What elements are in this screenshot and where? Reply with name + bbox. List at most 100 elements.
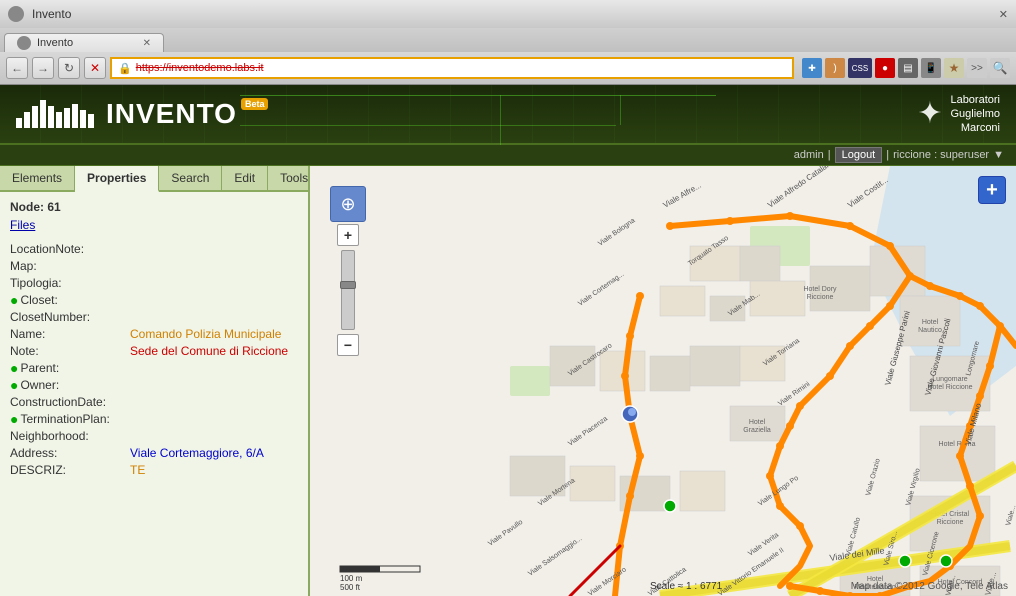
zoom-in-button[interactable]: + (337, 224, 359, 246)
terminationplan-dot: ● (10, 412, 18, 426)
tab-tools[interactable]: Tools (268, 166, 310, 190)
prop-closet-label: Closet: (20, 293, 140, 307)
prop-tipologia-label: Tipologia: (10, 276, 130, 290)
logo-text: INVENTO (106, 98, 237, 130)
map-attribution: Map data ©2012 Google, Tele Atlas (851, 581, 1008, 592)
tab-strip: Elements Properties Search Edit Tools (0, 166, 308, 192)
attribution-text: Map data ©2012 Google, Tele Atlas (851, 581, 1008, 592)
logo-bar-6 (56, 112, 62, 128)
prop-owner: ● Owner: (10, 378, 298, 392)
prop-parent-label: Parent: (20, 361, 140, 375)
owner-dot: ● (10, 378, 18, 392)
tab-edit[interactable]: Edit (222, 166, 268, 190)
prop-parent: ● Parent: (10, 361, 298, 375)
lgm-logo: Laboratori Guglielmo Marconi (950, 93, 1000, 136)
user-info: riccione : superuser (893, 149, 989, 161)
reload-button[interactable]: ↻ (58, 57, 80, 79)
forward-button[interactable]: → (32, 57, 54, 79)
files-link[interactable]: Files (10, 218, 298, 232)
tab-elements[interactable]: Elements (0, 166, 75, 190)
more-icon[interactable]: >> (967, 58, 987, 78)
prop-closetnumber: ClosetNumber: (10, 310, 298, 324)
prop-locationnote: LocationNote: (10, 242, 298, 256)
node-title: Node: 61 (10, 200, 298, 214)
logo-bar-10 (88, 114, 94, 128)
zoom-slider[interactable] (341, 250, 355, 330)
closet-dot: ● (10, 293, 18, 307)
zoom-thumb[interactable] (340, 281, 356, 289)
company-line2: Guglielmo (950, 107, 1000, 121)
separator2: | (886, 149, 889, 161)
company-line3: Marconi (950, 121, 1000, 135)
toolbar-icons: ✚ ) CSS ● ▤ 📱 ★ >> 🔍 (802, 58, 1010, 78)
logo-area: INVENTO Beta (16, 98, 272, 130)
prop-address-label: Address: (10, 446, 130, 460)
map-canvas: Hotel Dory Riccione Hotel Nautico Lungom… (310, 166, 1016, 596)
parent-dot: ● (10, 361, 18, 375)
prop-name-label: Name: (10, 327, 130, 341)
logo-bar-3 (32, 106, 38, 128)
svg-text:Hotel: Hotel (749, 419, 766, 426)
dropdown-icon[interactable]: ▼ (993, 149, 1004, 161)
back-button[interactable]: ← (6, 57, 28, 79)
prop-map-label: Map: (10, 259, 130, 273)
svg-text:500 ft: 500 ft (340, 583, 361, 592)
prop-address-value: Viale Cortemaggiore, 6/A (130, 446, 264, 460)
svg-text:Hotel: Hotel (922, 319, 939, 326)
lock-icon: 🔒 (118, 62, 132, 75)
search-icon[interactable]: 🔍 (990, 58, 1010, 78)
prop-constructiondate: ConstructionDate: (10, 395, 298, 409)
logo-bar-4 (40, 100, 46, 128)
logo-bar-2 (24, 112, 30, 128)
compass-control[interactable]: ⊕ (330, 186, 366, 222)
map-add-button[interactable]: + (978, 176, 1006, 204)
beta-badge: Beta (241, 98, 269, 110)
title-bar: Invento ✕ (0, 0, 1016, 28)
prop-descriz-label: DESCRIZ: (10, 463, 130, 477)
logout-button[interactable]: Logout (835, 147, 883, 163)
svg-text:Lungomare: Lungomare (932, 376, 968, 383)
url-text: https://inventodemo.labs.it (136, 62, 264, 74)
browser-chrome: Invento ✕ Invento ✕ ← → ↻ ✕ 🔒 https://in… (0, 0, 1016, 85)
prop-neighborhood: Neighborhood: (10, 429, 298, 443)
addon-icon1[interactable]: ● (875, 58, 895, 78)
prop-closet: ● Closet: (10, 293, 298, 307)
stop-button[interactable]: ✕ (84, 57, 106, 79)
addon-icon2[interactable]: ▤ (898, 58, 918, 78)
addon-icon3[interactable]: 📱 (921, 58, 941, 78)
browser-tab[interactable]: Invento ✕ (4, 33, 164, 52)
zoom-out-button[interactable]: − (337, 334, 359, 356)
prop-descriz: DESCRIZ: TE (10, 463, 298, 477)
header-right: ✦ Laboratori Guglielmo Marconi (917, 93, 1000, 136)
prop-terminationplan: ● TerminationPlan: (10, 412, 298, 426)
admin-label: admin (794, 149, 824, 161)
app-header: INVENTO Beta ✦ Laboratori Guglielmo Marc… (0, 85, 1016, 145)
address-bar[interactable]: 🔒 https://inventodemo.labs.it (110, 57, 794, 79)
company-line1: Laboratori (950, 93, 1000, 107)
logo-bars (16, 100, 94, 128)
logo-bar-1 (16, 118, 22, 128)
prop-closetnumber-label: ClosetNumber: (10, 310, 130, 324)
svg-text:Riccione: Riccione (807, 294, 834, 301)
lgm-star-icon: ✦ (917, 96, 942, 131)
main-layout: Elements Properties Search Edit Tools No… (0, 166, 1016, 596)
prop-map: Map: (10, 259, 298, 273)
title-bar-text: Invento (32, 7, 71, 21)
prop-locationnote-label: LocationNote: (10, 242, 130, 256)
svg-text:Nautico: Nautico (918, 327, 942, 334)
separator1: | (828, 149, 831, 161)
tab-properties[interactable]: Properties (75, 166, 159, 192)
user-bar: admin | Logout | riccione : superuser ▼ (0, 145, 1016, 166)
prop-address: Address: Viale Cortemaggiore, 6/A (10, 446, 298, 460)
tab-search[interactable]: Search (159, 166, 222, 190)
star-icon[interactable]: ★ (944, 58, 964, 78)
bookmark-icon[interactable]: ✚ (802, 58, 822, 78)
prop-owner-label: Owner: (20, 378, 140, 392)
map-area[interactable]: Hotel Dory Riccione Hotel Nautico Lungom… (310, 166, 1016, 596)
nav-bar: ← → ↻ ✕ 🔒 https://inventodemo.labs.it ✚ … (0, 52, 1016, 84)
prop-name-value: Comando Polizia Municipale (130, 327, 281, 341)
rss-icon[interactable]: ) (825, 58, 845, 78)
prop-constructiondate-label: ConstructionDate: (10, 395, 130, 409)
svg-text:100 m: 100 m (340, 574, 363, 583)
prop-name: Name: Comando Polizia Municipale (10, 327, 298, 341)
